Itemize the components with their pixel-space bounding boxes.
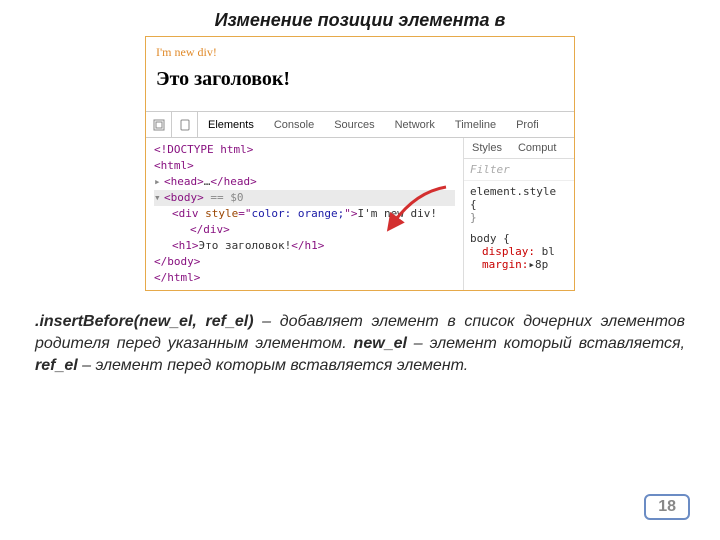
code-div-close: </div> <box>190 223 230 236</box>
code-body-open: <body> <box>164 191 204 204</box>
devtools-panel: Elements Console Sources Network Timelin… <box>146 111 574 290</box>
computed-tab[interactable]: Comput <box>510 138 565 158</box>
page-number: 18 <box>644 494 690 520</box>
code-head-open: <head> <box>164 175 204 188</box>
param-new-el: new_el <box>354 335 407 352</box>
code-style-val: color: orange; <box>252 207 345 220</box>
styles-tabs: Styles Comput <box>464 138 574 159</box>
devtools-toolbar: Elements Console Sources Network Timelin… <box>146 112 574 138</box>
body-rule: body { display: bl margin:▸8p <box>464 228 574 275</box>
method-name: .insertBefore( <box>35 313 139 330</box>
inspect-icon[interactable] <box>146 112 172 138</box>
tab-console[interactable]: Console <box>264 112 324 138</box>
tri-down-icon[interactable]: ▾ <box>154 190 164 206</box>
tab-elements[interactable]: Elements <box>198 112 264 138</box>
code-style-attr: style <box>205 207 238 220</box>
code-h1-close: </h1> <box>291 239 324 252</box>
desc-part2: – элемент который вставляется, <box>407 335 685 352</box>
code-head-close: </head> <box>210 175 256 188</box>
desc-part3: – элемент перед которым вставляется элем… <box>78 357 469 374</box>
browser-output: I'm new div! Это заголовок! <box>146 37 574 111</box>
tri-icon[interactable]: ▸ <box>154 174 164 190</box>
styles-tab[interactable]: Styles <box>464 138 510 158</box>
code-html-close: </html> <box>154 271 200 284</box>
device-icon[interactable] <box>172 112 198 138</box>
rule-es: element.style { <box>470 185 568 211</box>
styles-pane: Styles Comput Filter element.style { } b… <box>464 138 574 290</box>
rule-body: body { <box>470 232 568 245</box>
code-doctype: <!DOCTYPE html> <box>154 143 253 156</box>
filter-input[interactable]: Filter <box>464 159 574 181</box>
val-display: bl <box>535 245 555 258</box>
code-h1-text: Это заголовок! <box>199 239 292 252</box>
method-args: new_el, ref_el) <box>139 313 253 330</box>
tab-sources[interactable]: Sources <box>324 112 384 138</box>
dom-tree[interactable]: <!DOCTYPE html> <html> ▸<head>…</head> ▾… <box>146 138 464 290</box>
tab-timeline[interactable]: Timeline <box>445 112 506 138</box>
tab-network[interactable]: Network <box>385 112 445 138</box>
code-body-sel: == $0 <box>204 191 244 204</box>
devtools-screenshot: I'm new div! Это заголовок! Elements Con… <box>145 36 575 291</box>
rule-brace: } <box>470 211 568 224</box>
page-heading: Это заголовок! <box>156 68 564 91</box>
code-body-close: </body> <box>154 255 200 268</box>
code-h1-open: <h1> <box>172 239 199 252</box>
description-text: .insertBefore(new_el, ref_el) – добавляе… <box>30 311 690 377</box>
tab-profiles[interactable]: Profi <box>506 112 549 138</box>
code-div-open: <div <box>172 207 205 220</box>
prop-margin: margin: <box>470 258 528 271</box>
code-eq: =" <box>238 207 251 220</box>
element-style-rule: element.style { } <box>464 181 574 228</box>
val-margin: ▸8p <box>528 258 548 271</box>
slide-title: Изменение позиции элемента в <box>30 10 690 31</box>
code-style-end: "> <box>344 207 357 220</box>
code-html-open: <html> <box>154 159 194 172</box>
prop-display: display: <box>470 245 535 258</box>
devtools-body: <!DOCTYPE html> <html> ▸<head>…</head> ▾… <box>146 138 574 290</box>
code-div-text: I'm new div! <box>357 207 436 220</box>
new-div-text: I'm new div! <box>156 45 564 60</box>
param-ref-el: ref_el <box>35 357 78 374</box>
